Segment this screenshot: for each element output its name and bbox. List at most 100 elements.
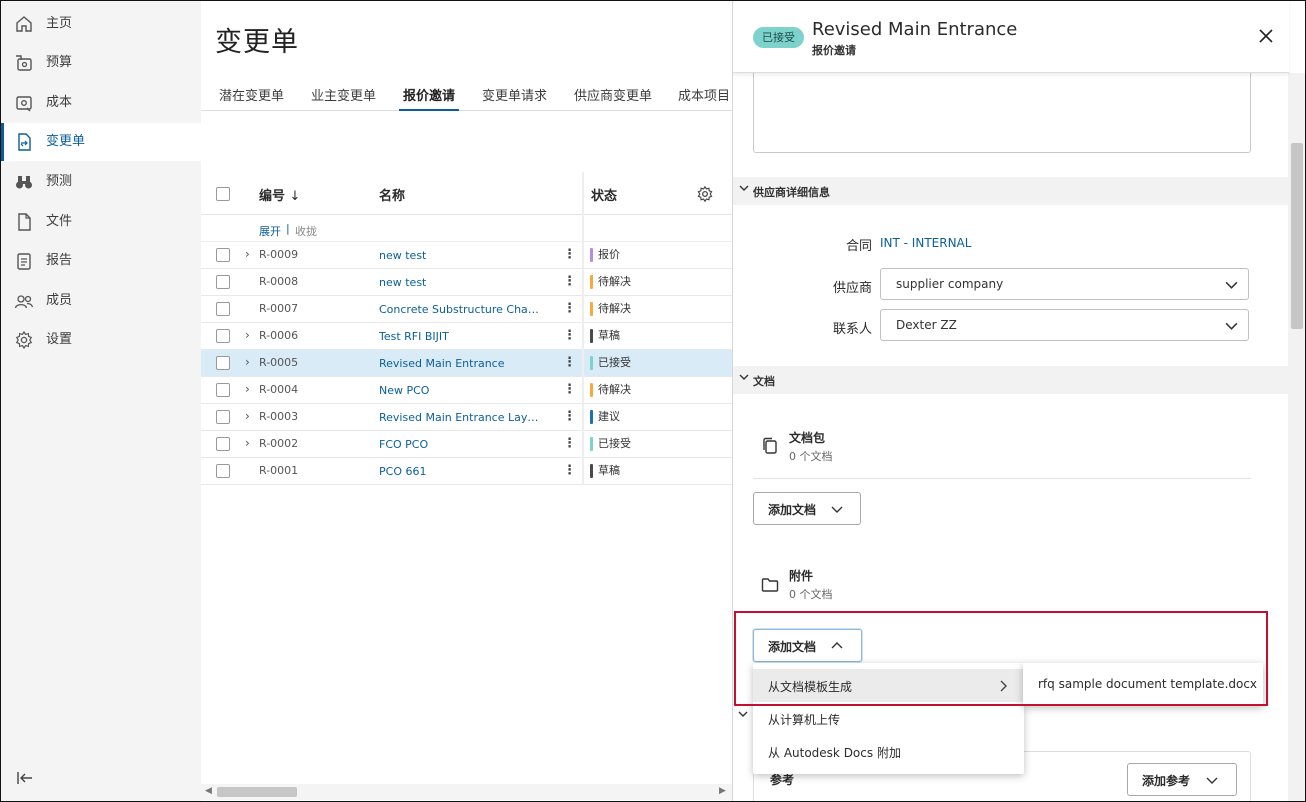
row-name-link[interactable]: New PCO bbox=[379, 384, 544, 397]
row-checkbox[interactable] bbox=[216, 383, 230, 397]
add-reference-button[interactable]: 添加参考 bbox=[1127, 763, 1237, 796]
more-options-icon[interactable]: ⋮ bbox=[563, 463, 576, 478]
row-status: 已接受 bbox=[590, 355, 631, 371]
horizontal-scrollbar[interactable]: ◀ ▶ bbox=[201, 784, 733, 800]
more-options-icon[interactable]: ⋮ bbox=[563, 409, 576, 424]
tab-owner-change-orders[interactable]: 业主变更单 bbox=[311, 85, 376, 111]
gear-icon bbox=[15, 330, 33, 350]
chevron-down-icon[interactable] bbox=[738, 709, 748, 719]
table-row[interactable]: › R-0004 New PCO ⋮ 待解决 bbox=[201, 377, 733, 404]
table-row[interactable]: › R-0002 FCO PCO ⋮ 已接受 bbox=[201, 431, 733, 458]
row-name-link[interactable]: PCO 661 bbox=[379, 465, 544, 478]
vertical-scrollbar[interactable] bbox=[1288, 73, 1305, 801]
row-name-link[interactable]: new test bbox=[379, 276, 544, 289]
column-header-status[interactable]: 状态 bbox=[591, 185, 617, 204]
sidebar-item-change-orders[interactable]: 变更单 bbox=[1, 123, 201, 161]
row-name-link[interactable]: Revised Main Entrance bbox=[379, 357, 544, 370]
tab-rfq[interactable]: 报价邀请 bbox=[399, 85, 460, 111]
collapse-sidebar-icon[interactable] bbox=[15, 768, 35, 788]
document-package-icon bbox=[763, 437, 777, 454]
table-row[interactable]: › R-0009 new test ⋮ 报价 bbox=[201, 242, 733, 269]
documents-section-header[interactable]: 文档 bbox=[733, 366, 1289, 394]
collapse-all-link[interactable]: 收拢 bbox=[295, 223, 317, 239]
close-icon[interactable] bbox=[1255, 25, 1277, 47]
tab-change-order-requests[interactable]: 变更单请求 bbox=[482, 85, 547, 111]
sidebar-item-label: 文件 bbox=[46, 214, 73, 229]
chevron-down-icon bbox=[1225, 322, 1238, 330]
sidebar-item-cost[interactable]: 成本 bbox=[1, 84, 201, 122]
table-row[interactable]: › R-0006 Test RFI BIJIT ⋮ 草稿 bbox=[201, 323, 733, 350]
add-document-package-button[interactable]: 添加文档 bbox=[753, 492, 861, 525]
more-options-icon[interactable]: ⋮ bbox=[563, 436, 576, 451]
select-all-checkbox[interactable] bbox=[216, 187, 230, 201]
row-checkbox[interactable] bbox=[216, 248, 230, 262]
file-icon bbox=[18, 213, 31, 231]
chevron-right-icon[interactable]: › bbox=[245, 382, 250, 396]
more-options-icon[interactable]: ⋮ bbox=[563, 355, 576, 370]
more-options-icon[interactable]: ⋮ bbox=[563, 328, 576, 343]
table-row[interactable]: R-0008 new test ⋮ 待解决 bbox=[201, 269, 733, 296]
more-options-icon[interactable]: ⋮ bbox=[563, 247, 576, 262]
chevron-right-icon[interactable]: › bbox=[245, 409, 250, 423]
table-row[interactable]: › R-0005 Revised Main Entrance ⋮ 已接受 bbox=[201, 350, 733, 377]
tab-cost-items[interactable]: 成本项目 bbox=[678, 85, 730, 111]
table-row[interactable]: › R-0003 Revised Main Entrance Layout ... ⋮… bbox=[201, 404, 733, 431]
contact-select[interactable]: Dexter ZZ bbox=[880, 309, 1249, 341]
divider: | bbox=[286, 222, 290, 235]
row-name-link[interactable]: Concrete Substructure Change bbox=[379, 303, 544, 316]
chevron-right-icon[interactable]: › bbox=[245, 355, 250, 369]
supplier-select[interactable]: supplier company bbox=[880, 268, 1249, 300]
add-attachment-button[interactable]: 添加文档 bbox=[753, 629, 862, 662]
scroll-left-icon[interactable]: ◀ bbox=[205, 786, 212, 796]
row-name-link[interactable]: Test RFI BIJIT bbox=[379, 330, 544, 343]
scrollbar-thumb[interactable] bbox=[217, 787, 297, 797]
sidebar-item-files[interactable]: 文件 bbox=[1, 203, 201, 241]
sidebar-item-budget[interactable]: 预算 bbox=[1, 44, 201, 82]
scroll-right-icon[interactable]: ▶ bbox=[719, 786, 726, 796]
chevron-right-icon[interactable]: › bbox=[245, 247, 250, 261]
tab-potential-change-orders[interactable]: 潜在变更单 bbox=[219, 85, 284, 111]
menu-item-generate-from-template[interactable]: 从文档模板生成 bbox=[753, 669, 1024, 702]
chevron-down-icon bbox=[1225, 281, 1238, 289]
members-icon bbox=[14, 295, 34, 309]
row-name-link[interactable]: new test bbox=[379, 249, 544, 262]
row-checkbox[interactable] bbox=[216, 329, 230, 343]
table-settings-gear-icon[interactable] bbox=[696, 185, 714, 203]
panel-subtitle: 报价邀请 bbox=[812, 44, 856, 57]
tab-supplier-change-orders[interactable]: 供应商变更单 bbox=[574, 85, 652, 111]
row-name-link[interactable]: Revised Main Entrance Layout ... bbox=[379, 411, 544, 424]
menu-item-upload-from-computer[interactable]: 从计算机上传 bbox=[753, 702, 1024, 735]
table-row[interactable]: R-0001 PCO 661 ⋮ 草稿 bbox=[201, 458, 733, 485]
sidebar-item-label: 成员 bbox=[46, 293, 73, 308]
table-row[interactable]: R-0007 Concrete Substructure Change ⋮ 待解决 bbox=[201, 296, 733, 323]
row-checkbox[interactable] bbox=[216, 464, 230, 478]
sidebar-item-forecast[interactable]: 预测 bbox=[1, 163, 201, 201]
sidebar-item-home[interactable]: 主页 bbox=[1, 5, 201, 43]
chevron-right-icon[interactable]: › bbox=[245, 328, 250, 342]
submenu-item-template[interactable]: rfq sample document template.docx bbox=[1038, 677, 1257, 691]
more-options-icon[interactable]: ⋮ bbox=[563, 301, 576, 316]
row-status: 建议 bbox=[590, 409, 620, 425]
supplier-details-section-header[interactable]: 供应商详细信息 bbox=[733, 177, 1289, 205]
column-header-number[interactable]: 编号 ↓ bbox=[259, 185, 300, 204]
more-options-icon[interactable]: ⋮ bbox=[563, 382, 576, 397]
row-checkbox[interactable] bbox=[216, 437, 230, 451]
more-options-icon[interactable]: ⋮ bbox=[563, 274, 576, 289]
sort-down-icon[interactable]: ↓ bbox=[290, 189, 301, 204]
row-status-label: 已接受 bbox=[598, 437, 631, 450]
expand-all-link[interactable]: 展开 bbox=[259, 223, 281, 239]
column-header-name[interactable]: 名称 bbox=[379, 185, 405, 204]
row-checkbox[interactable] bbox=[216, 275, 230, 289]
row-checkbox[interactable] bbox=[216, 302, 230, 316]
sidebar-item-members[interactable]: 成员 bbox=[1, 282, 201, 320]
row-name-link[interactable]: FCO PCO bbox=[379, 438, 544, 451]
contract-link[interactable]: INT - INTERNAL bbox=[880, 236, 971, 250]
sidebar-item-settings[interactable]: 设置 bbox=[1, 321, 201, 359]
sidebar-item-reports[interactable]: 报告 bbox=[1, 242, 201, 280]
menu-item-attach-from-autodesk-docs[interactable]: 从 Autodesk Docs 附加 bbox=[753, 735, 1024, 768]
row-checkbox[interactable] bbox=[216, 356, 230, 370]
row-checkbox[interactable] bbox=[216, 410, 230, 424]
scrollbar-thumb[interactable] bbox=[1291, 143, 1303, 329]
description-textarea[interactable] bbox=[753, 73, 1251, 153]
chevron-right-icon[interactable]: › bbox=[245, 436, 250, 450]
